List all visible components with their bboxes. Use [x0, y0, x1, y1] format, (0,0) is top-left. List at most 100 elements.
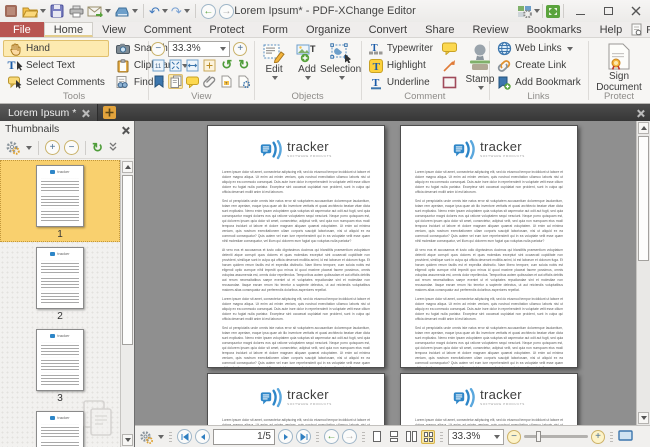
- add-bookmark-button[interactable]: Add Bookmark: [492, 74, 585, 91]
- document-page-4[interactable]: trackerSOFTWARE PRODUCTSLorem ipsum dolo…: [400, 373, 578, 425]
- ribbon-zoom-combo[interactable]: 33.3%: [168, 41, 230, 57]
- content-pane-icon[interactable]: [236, 74, 251, 89]
- document-page-1[interactable]: trackerSOFTWARE PRODUCTSLorem ipsum dolo…: [207, 125, 385, 368]
- ribbon-tab-convert[interactable]: Convert: [360, 22, 417, 37]
- redo-button[interactable]: ↷: [171, 2, 190, 20]
- thumbnails-close-icon[interactable]: [122, 126, 129, 133]
- zoom-in-button[interactable]: +: [233, 42, 247, 56]
- open-button[interactable]: [22, 2, 46, 20]
- history-back-button[interactable]: ←: [201, 4, 216, 19]
- fit-page-icon[interactable]: [168, 58, 183, 73]
- two-pages-continuous-layout-icon[interactable]: [421, 430, 435, 444]
- single-page-layout-icon[interactable]: [370, 430, 384, 444]
- history-forward-button[interactable]: →: [219, 4, 234, 19]
- thumbnail-page-image[interactable]: tracker: [36, 247, 84, 309]
- doc-scroll-thumb[interactable]: [638, 136, 649, 261]
- ribbon-tab-view[interactable]: View: [93, 22, 135, 37]
- status-options-gear-icon[interactable]: [139, 430, 153, 444]
- scan-button[interactable]: [114, 2, 138, 20]
- web-links-button[interactable]: Web Links: [492, 40, 585, 57]
- add-objects-button[interactable]: T Add: [291, 40, 324, 90]
- rotate-cw-icon[interactable]: ↻: [236, 58, 251, 73]
- ribbon-tab-help[interactable]: Help: [591, 22, 632, 37]
- actual-size-icon[interactable]: 11: [151, 58, 166, 73]
- fit-width-toggle-icon[interactable]: [618, 430, 633, 444]
- thumbnail-page-image[interactable]: tracker: [36, 329, 84, 391]
- thumbnail-page-image[interactable]: tracker: [36, 411, 84, 447]
- view-back-button[interactable]: ←: [324, 429, 339, 444]
- ribbon-tab-form[interactable]: Form: [253, 22, 297, 37]
- ribbon-tab-review[interactable]: Review: [463, 22, 517, 37]
- last-page-button[interactable]: [296, 429, 311, 444]
- thumbnails-options-caret[interactable]: [26, 146, 32, 150]
- next-page-button[interactable]: [278, 429, 293, 444]
- fit-visible-icon[interactable]: [202, 58, 217, 73]
- arrow-tool-button[interactable]: [438, 57, 462, 74]
- select-text-button[interactable]: T Select Text: [3, 57, 109, 74]
- status-zoom-combo[interactable]: 33.3%: [448, 429, 504, 445]
- fit-width-icon[interactable]: [185, 58, 200, 73]
- page-number-field[interactable]: 1/5: [213, 429, 275, 445]
- comments-pane-icon[interactable]: [185, 74, 200, 89]
- hand-tool-button[interactable]: Hand: [3, 40, 109, 57]
- status-zoom-in-button[interactable]: +: [591, 430, 605, 444]
- thumb-scroll-thumb[interactable]: [122, 175, 133, 345]
- thumbnails-zoom-out-button[interactable]: −: [64, 140, 79, 155]
- edit-objects-button[interactable]: Edit: [258, 40, 291, 90]
- ribbon-tab-file[interactable]: File: [0, 22, 44, 37]
- rotate-ccw-icon[interactable]: ↺: [219, 58, 234, 73]
- tab-bar-close-icon[interactable]: [637, 109, 644, 116]
- status-zoom-out-button[interactable]: −: [507, 430, 521, 444]
- thumbnails-zoom-in-button[interactable]: +: [45, 140, 60, 155]
- thumbnail-item-3[interactable]: tracker3: [0, 324, 120, 406]
- highlight-button[interactable]: T Highlight: [364, 57, 437, 74]
- rectangle-tool-button[interactable]: [438, 74, 462, 91]
- bookmarks-pane-icon[interactable]: [151, 74, 166, 89]
- close-button[interactable]: [622, 1, 650, 21]
- save-button[interactable]: [49, 2, 65, 20]
- maximize-button[interactable]: [594, 1, 622, 21]
- underline-button[interactable]: T Underline: [364, 74, 437, 91]
- first-page-button[interactable]: [177, 429, 192, 444]
- create-link-button[interactable]: Create Link: [492, 57, 585, 74]
- doc-scroll-down-icon[interactable]: [638, 412, 649, 424]
- fields-pane-icon[interactable]: T: [219, 74, 234, 89]
- document-tab-close-icon[interactable]: [82, 109, 89, 116]
- thumbnail-item-1[interactable]: tracker1: [0, 160, 120, 242]
- thumbnails-rotate-icon[interactable]: ↻: [92, 140, 103, 156]
- doc-scroll-up-icon[interactable]: [638, 122, 649, 134]
- status-options-caret[interactable]: [158, 435, 164, 439]
- find-button[interactable]: Find...: [631, 23, 650, 36]
- sticky-note-button[interactable]: [438, 40, 462, 57]
- thumb-scroll-up-icon[interactable]: [122, 161, 133, 173]
- send-mail-button[interactable]: [87, 2, 111, 20]
- customize-ui-button[interactable]: [517, 2, 540, 20]
- thumbnail-page-image[interactable]: tracker: [36, 165, 84, 227]
- zoom-slider-thumb[interactable]: [536, 431, 541, 442]
- new-tab-button[interactable]: [103, 106, 116, 119]
- document-page-2[interactable]: trackerSOFTWARE PRODUCTSLorem ipsum dolo…: [400, 125, 578, 368]
- ribbon-tab-organize[interactable]: Organize: [297, 22, 360, 37]
- minimize-button[interactable]: [566, 1, 594, 21]
- ribbon-tab-protect[interactable]: Protect: [200, 22, 253, 37]
- thumbnails-scrollbar[interactable]: [120, 160, 134, 447]
- print-button[interactable]: [68, 2, 84, 20]
- ribbon-tab-comment[interactable]: Comment: [135, 22, 201, 37]
- zoom-slider[interactable]: [524, 435, 588, 438]
- thumbnails-more-chevron-icon[interactable]: [109, 142, 117, 154]
- document-scrollbar[interactable]: [636, 121, 650, 425]
- fullscreen-button[interactable]: [545, 2, 561, 20]
- undo-button[interactable]: ↶: [149, 2, 168, 20]
- selection-button[interactable]: Selection: [324, 40, 358, 90]
- document-view[interactable]: trackerSOFTWARE PRODUCTSLorem ipsum dolo…: [135, 121, 650, 425]
- two-pages-layout-icon[interactable]: [404, 430, 418, 444]
- document-page-3[interactable]: trackerSOFTWARE PRODUCTSLorem ipsum dolo…: [207, 373, 385, 425]
- thumbnail-item-2[interactable]: tracker2: [0, 242, 120, 324]
- select-comments-button[interactable]: Select Comments: [3, 74, 109, 91]
- continuous-layout-icon[interactable]: [387, 430, 401, 444]
- ribbon-tab-share[interactable]: Share: [416, 22, 463, 37]
- ribbon-tab-bookmarks[interactable]: Bookmarks: [518, 22, 591, 37]
- attachments-pane-icon[interactable]: [202, 74, 217, 89]
- prev-page-button[interactable]: [195, 429, 210, 444]
- thumbnails-pane-icon[interactable]: [168, 74, 183, 89]
